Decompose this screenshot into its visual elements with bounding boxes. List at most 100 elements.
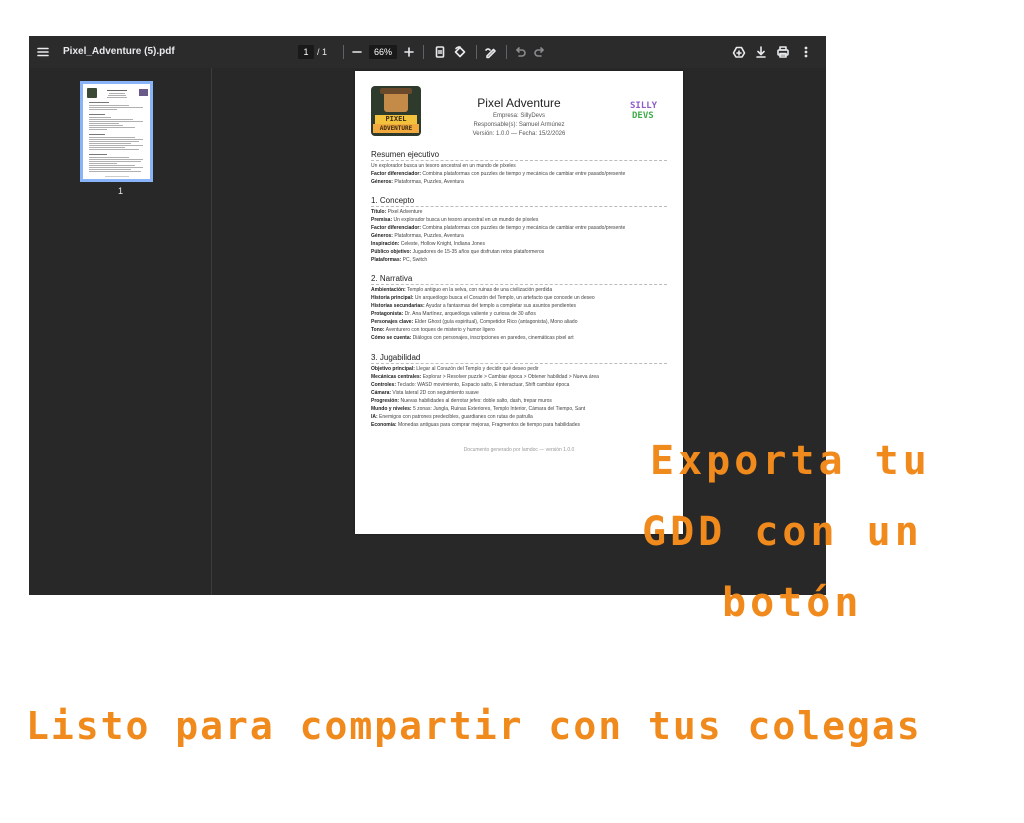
line-value: Explorar > Resolver puzzle > Cambiar épo… [421,374,599,380]
document-footer: Documento generado por lamdoc — versión … [463,447,575,453]
line-label: Progresión: [371,398,400,404]
thumb-line [89,169,131,170]
thumb-line [89,167,143,168]
thumb-line [89,137,135,138]
file-name: Pixel_Adventure (5).pdf [63,46,175,57]
section-line: Inspiración: Celeste, Hollow Knight, Ind… [371,241,671,248]
viewer-toolbar: Pixel_Adventure (5).pdf 1 / 1 66% [29,36,826,68]
line-value: Jugadores de 15-35 años que disfrutan re… [411,249,545,255]
line-value: Nuevas habilidades al derrotar jefes: do… [399,398,552,404]
thumb-line [105,176,129,177]
line-label: Título: [371,209,387,215]
thumb-line [89,159,143,160]
thumb-line [89,139,143,140]
line-value: Templo antiguo en la selva, con ruinas d… [405,287,553,293]
thumb-line [107,97,127,98]
thumb-line [89,123,119,124]
more-options-icon[interactable] [799,36,813,68]
line-label: Mecánicas centrales: [371,374,422,380]
thumb-line [89,102,109,103]
thumb-line [89,117,111,118]
page-number-input[interactable]: 1 [298,45,314,59]
line-value: Un arqueólogo busca el Corazón del Templ… [413,295,595,301]
zoom-out-icon[interactable] [349,36,365,68]
thumb-line [89,149,139,150]
section-line: Mundo y niveles: 5 zonas: Jungla, Ruinas… [371,406,671,413]
line-label: Géneros: [371,179,393,185]
promo-line-3: botón [722,580,863,626]
thumb-line [89,141,139,142]
line-value: Aventurero con toques de misterio y humo… [384,327,495,333]
line-label: Historia principal: [371,295,414,301]
section-line: Historia principal: Un arqueólogo busca … [371,295,671,302]
rotate-icon[interactable] [452,36,468,68]
section-line: Un explorador busca un tesoro ancestral … [371,163,671,170]
thumb-line [89,157,129,158]
toolbar-divider [423,45,424,59]
line-value: Celeste, Hollow Knight, Indiana Jones [399,241,485,247]
line-label: Ambientación: [371,287,406,293]
page-thumbnail[interactable] [80,81,153,182]
line-label: Premisa: [371,217,393,223]
line-value: 5 zonas: Jungla, Ruinas Exteriores, Temp… [411,406,586,412]
line-label: Protagonista: [371,311,404,317]
toolbar-divider [506,45,507,59]
section-line: Historias secundarias: Ayudar a fantasma… [371,303,671,310]
section-line: Tono: Aventurero con toques de misterio … [371,327,671,334]
thumb-brand [139,89,148,96]
section-heading: 3. Jugabilidad [371,353,667,364]
zoom-in-icon[interactable] [401,36,417,68]
line-label: Personajes clave: [371,319,414,325]
line-value: Llegar al Corazón del Templo y decidir q… [414,366,539,372]
line-value: PC, Switch [401,257,428,263]
fit-page-icon[interactable] [432,36,448,68]
promo-tagline: Listo para compartir con tus colegas [26,704,922,748]
line-label: Factor diferenciador: [371,225,422,231]
zoom-level-input[interactable]: 66% [369,45,397,59]
annotate-pen-icon[interactable] [483,36,499,68]
promo-line-2: GDD con un [642,509,923,555]
logo-hat [380,88,412,94]
thumb-line [89,154,107,155]
line-label: Cámara: [371,390,392,396]
drive-save-icon[interactable] [731,36,747,68]
line-label: IA: [371,414,378,420]
thumb-line [89,119,133,120]
thumb-line [89,163,117,164]
thumb-line [89,161,141,162]
line-label: Inspiración: [371,241,400,247]
menu-icon[interactable] [35,36,51,68]
line-value: Diálogos con personajes, inscripciones e… [411,335,574,341]
line-label: Géneros: [371,233,393,239]
line-label: Factor diferenciador: [371,171,422,177]
thumb-line [89,129,107,130]
thumb-line [89,171,141,172]
line-value: Plataformas, Puzzles, Aventura [392,233,464,239]
thumb-line [89,165,135,166]
section-line: Factor diferenciador: Combina plataforma… [371,225,671,232]
section-line: IA: Enemigos con patrones predecibles, g… [371,414,671,421]
redo-icon[interactable] [532,36,548,68]
section-heading: 1. Concepto [371,196,667,207]
print-icon[interactable] [775,36,791,68]
undo-icon[interactable] [512,36,528,68]
download-icon[interactable] [753,36,769,68]
thumbnail-page-number: 1 [117,186,123,196]
section-line: Economía: Monedas antiguas para comprar … [371,422,671,429]
section-line: Personajes clave: Elder Ghost (guía espi… [371,319,671,326]
thumb-line [89,107,143,108]
line-value: Teclado: WASD movimiento, Espacio salto,… [396,382,570,388]
line-value: Combina plataformas con puzzles de tiemp… [421,225,626,231]
toolbar-divider [476,45,477,59]
section-heading: 2. Narrativa [371,274,667,285]
thumb-line [89,105,129,106]
section-line: Controles: Teclado: WASD movimiento, Esp… [371,382,671,389]
document-company: Empresa: SillyDevs [492,113,545,119]
line-value: Un explorador busca un tesoro ancestral … [371,163,516,169]
line-value: Vista lateral 2D con seguimiento suave [391,390,479,396]
pdf-page: PIXEL ADVENTURE SILLY DEVS Pixel Adventu… [355,71,683,534]
thumb-line [89,134,105,135]
thumb-line [107,90,127,91]
line-value: Elder Ghost (guía espiritual), Competido… [413,319,578,325]
thumb-line [89,127,135,128]
